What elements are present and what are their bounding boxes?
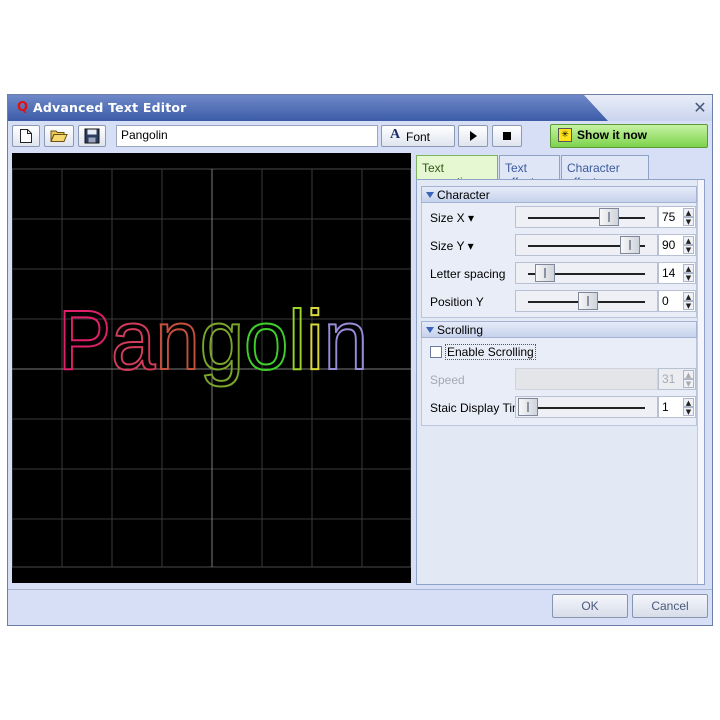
properties-tabs: Text properties Text effect Character ef… [416, 155, 706, 189]
open-folder-icon [50, 130, 68, 142]
font-icon: A [390, 127, 401, 142]
dialog-footer: OK Cancel [8, 589, 712, 626]
static-display-time-label: Staic Display Time [430, 401, 529, 415]
stop-icon [503, 132, 511, 140]
static-display-time-slider[interactable] [515, 396, 658, 418]
position-y-slider[interactable] [515, 290, 658, 312]
spin-down-icon: ▼ [683, 379, 694, 388]
preview-letter: o [244, 293, 288, 387]
play-button[interactable] [458, 125, 488, 147]
preview-letter: g [200, 293, 244, 387]
toolbar: Pangolin A Font ✳ Show it now [8, 122, 712, 150]
open-file-button[interactable] [44, 125, 74, 147]
size-y-value: 90 [662, 238, 676, 252]
preview-pangolin-text: Pangolin [58, 293, 368, 387]
preview-letter: P [58, 293, 111, 387]
tab-character-effect[interactable]: Character effect [561, 155, 649, 189]
play-icon [470, 131, 477, 141]
stop-button[interactable] [492, 125, 522, 147]
preview-letter: l [288, 293, 306, 387]
new-file-button[interactable] [12, 125, 40, 147]
floppy-disk-icon [84, 128, 100, 144]
window-title: Advanced Text Editor [33, 100, 187, 115]
spin-up-icon[interactable]: ▲ [683, 292, 694, 301]
slider-thumb[interactable] [577, 292, 598, 310]
size-x-value: 75 [662, 210, 676, 224]
show-it-now-button[interactable]: ✳ Show it now [550, 124, 708, 148]
speed-slider-disabled [515, 368, 658, 390]
preview-letter: n [324, 293, 368, 387]
enable-scrolling-checkbox[interactable] [430, 346, 442, 358]
cancel-button[interactable]: Cancel [632, 594, 708, 618]
font-button-label: Font [406, 130, 431, 144]
slider-thumb[interactable] [534, 264, 555, 282]
speed-value: 31 [662, 372, 676, 386]
spin-up-icon[interactable]: ▲ [683, 208, 694, 217]
size-x-slider[interactable] [515, 206, 658, 228]
character-group-header[interactable]: Character [421, 186, 697, 203]
show-it-now-label: Show it now [577, 128, 647, 142]
enable-scrolling-label[interactable]: Enable Scrolling [445, 344, 536, 360]
position-y-spinbox[interactable]: 0 ▲ ▼ [658, 290, 696, 312]
font-button[interactable]: A Font [381, 125, 455, 147]
tab-text-properties[interactable]: Text properties [416, 155, 498, 189]
advanced-text-editor-window: Q Advanced Text Editor ✕ Pangolin A Font [7, 94, 713, 626]
text-properties-panel: Character Size X ▾ 75 ▲ ▼ Size Y ▾ 90 ▲ ▼ Le… [416, 179, 705, 585]
collapse-triangle-icon [426, 327, 434, 333]
spin-up-icon[interactable]: ▲ [683, 398, 694, 407]
preview-letter: a [111, 293, 156, 387]
panel-scrollbar[interactable] [697, 180, 704, 584]
text-input[interactable]: Pangolin [116, 125, 378, 147]
letter-spacing-value: 14 [662, 266, 676, 280]
speed-label: Speed [430, 373, 465, 387]
letter-spacing-slider[interactable] [515, 262, 658, 284]
spin-down-icon[interactable]: ▼ [683, 301, 694, 310]
size-x-label[interactable]: Size X ▾ [430, 211, 474, 225]
character-group-body: Size X ▾ 75 ▲ ▼ Size Y ▾ 90 ▲ ▼ Letter spaci… [421, 203, 697, 318]
tab-text-effect[interactable]: Text effect [499, 155, 560, 189]
spin-down-icon[interactable]: ▼ [683, 407, 694, 416]
slider-track [528, 407, 645, 409]
spin-down-icon[interactable]: ▼ [683, 273, 694, 282]
position-y-label: Position Y [430, 295, 484, 309]
collapse-triangle-icon [426, 192, 434, 198]
size-x-spinbox[interactable]: 75 ▲ ▼ [658, 206, 696, 228]
size-y-slider[interactable] [515, 234, 658, 256]
ok-button[interactable]: OK [552, 594, 628, 618]
spin-down-icon[interactable]: ▼ [683, 245, 694, 254]
laser-warning-icon: ✳ [558, 128, 572, 142]
scrolling-group-header[interactable]: Scrolling [421, 321, 697, 338]
letter-spacing-spinbox[interactable]: 14 ▲ ▼ [658, 262, 696, 284]
app-icon: Q [17, 100, 29, 115]
size-y-spinbox[interactable]: 90 ▲ ▼ [658, 234, 696, 256]
scrolling-group-body: Enable Scrolling Speed 31 ▲ ▼ Staic Displa… [421, 338, 697, 426]
close-icon[interactable]: ✕ [691, 99, 709, 117]
static-display-time-spinbox[interactable]: 1 ▲ ▼ [658, 396, 696, 418]
spin-up-icon: ▲ [683, 370, 694, 379]
title-bar: Q Advanced Text Editor ✕ [8, 95, 712, 121]
slider-track [528, 217, 645, 219]
speed-spinbox-disabled: 31 ▲ ▼ [658, 368, 696, 390]
scrolling-group-title: Scrolling [437, 323, 484, 337]
character-group-title: Character [437, 188, 490, 202]
preview-letter: i [306, 293, 324, 387]
laser-preview-canvas[interactable]: Pangolin [11, 153, 412, 583]
static-display-time-value: 1 [662, 400, 669, 414]
preview-letter: n [155, 293, 199, 387]
save-button[interactable] [78, 125, 106, 147]
position-y-value: 0 [662, 294, 669, 308]
spin-up-icon[interactable]: ▲ [683, 236, 694, 245]
slider-thumb[interactable] [598, 208, 619, 226]
slider-thumb[interactable] [620, 236, 641, 254]
new-file-icon [20, 129, 32, 143]
spin-down-icon[interactable]: ▼ [683, 217, 694, 226]
spin-up-icon[interactable]: ▲ [683, 264, 694, 273]
preview-grid: Pangolin [11, 168, 412, 568]
letter-spacing-label: Letter spacing [430, 267, 506, 281]
size-y-label[interactable]: Size Y ▾ [430, 239, 474, 253]
slider-thumb[interactable] [518, 398, 538, 416]
